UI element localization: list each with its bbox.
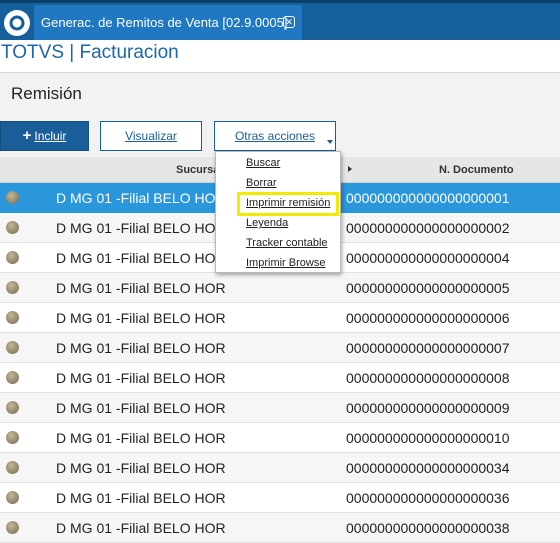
menu-item-buscar[interactable]: Buscar: [246, 157, 280, 169]
status-dot-icon: [6, 221, 19, 234]
cell-documento: 000000000000000000034: [346, 460, 510, 476]
menu-item-tracker-contable[interactable]: Tracker contable: [246, 237, 328, 249]
cell-sucursal: D MG 01 -Filial BELO HOR: [56, 430, 226, 446]
status-dot-icon: [6, 521, 19, 534]
status-dot-icon: [6, 311, 19, 324]
table-row[interactable]: D MG 01 -Filial BELO HOR 0000000000000000…: [0, 333, 560, 363]
cell-documento: 000000000000000000008: [346, 370, 510, 386]
status-dot-icon: [6, 251, 19, 264]
status-dot-icon: [6, 431, 19, 444]
cell-documento: 000000000000000000005: [346, 280, 510, 296]
status-dot-icon: [6, 401, 19, 414]
cell-sucursal: D MG 01 -Filial BELO HOR: [56, 460, 226, 476]
column-header-documento[interactable]: N. Documento: [439, 164, 514, 176]
table-row[interactable]: D MG 01 -Filial BELO HOR 0000000000000000…: [0, 363, 560, 393]
table-row[interactable]: D MG 01 -Filial BELO HOR 0000000000000000…: [0, 453, 560, 483]
view-button[interactable]: Visualizar: [100, 121, 202, 151]
totvs-logo-icon[interactable]: [4, 10, 30, 36]
cell-documento: 000000000000000000007: [346, 340, 510, 356]
table-row[interactable]: D MG 01 -Filial BELO HOR 0000000000000000…: [0, 273, 560, 303]
plus-icon: +: [22, 127, 32, 144]
cell-sucursal: D MG 01 -Filial BELO HOR: [56, 190, 226, 206]
cell-documento: 000000000000000000036: [346, 490, 510, 506]
menu-item-leyenda[interactable]: Leyenda: [246, 217, 288, 229]
cell-documento: 000000000000000000010: [346, 430, 510, 446]
cell-sucursal: D MG 01 -Filial BELO HOR: [56, 250, 226, 266]
tab-title: Generac. de Remitos de Venta [02.9.0005]: [41, 15, 288, 30]
table-row[interactable]: D MG 01 -Filial BELO HOR 0000000000000000…: [0, 513, 560, 543]
menu-item-imprimir-browse[interactable]: Imprimir Browse: [246, 257, 325, 269]
top-bar: Generac. de Remitos de Venta [02.9.0005]…: [0, 0, 560, 40]
table-row[interactable]: D MG 01 -Filial BELO HOR 0000000000000000…: [0, 423, 560, 453]
cell-sucursal: D MG 01 -Filial BELO HOR: [56, 520, 226, 536]
app-title: TOTVS | Facturacion: [1, 42, 179, 63]
status-dot-icon: [6, 491, 19, 504]
cell-sucursal: D MG 01 -Filial BELO HOR: [56, 280, 226, 296]
cell-documento: 000000000000000000006: [346, 310, 510, 326]
include-button[interactable]: + Incluir: [0, 121, 89, 151]
cell-sucursal: D MG 01 -Filial BELO HOR: [56, 310, 226, 326]
table-row[interactable]: D MG 01 -Filial BELO HOR 0000000000000000…: [0, 483, 560, 513]
table-row[interactable]: D MG 01 -Filial BELO HOR 0000000000000000…: [0, 303, 560, 333]
cell-sucursal: D MG 01 -Filial BELO HOR: [56, 370, 226, 386]
cell-documento: 000000000000000000009: [346, 400, 510, 416]
sort-arrow-icon[interactable]: [348, 166, 352, 172]
other-actions-button[interactable]: Otras acciones: [214, 121, 336, 151]
cell-documento: 000000000000000000038: [346, 520, 510, 536]
cell-sucursal: D MG 01 -Filial BELO HOR: [56, 220, 226, 236]
cell-documento: 000000000000000000002: [346, 220, 510, 236]
cell-sucursal: D MG 01 -Filial BELO HOR: [56, 400, 226, 416]
cell-sucursal: D MG 01 -Filial BELO HOR: [56, 490, 226, 506]
cell-sucursal: D MG 01 -Filial BELO HOR: [56, 340, 226, 356]
menu-item-borrar[interactable]: Borrar: [246, 177, 277, 189]
cell-documento: 000000000000000000004: [346, 250, 510, 266]
cell-documento: 000000000000000000001: [346, 190, 510, 206]
status-dot-icon: [6, 191, 19, 204]
status-dot-icon: [6, 341, 19, 354]
chevron-down-icon: [327, 140, 333, 144]
status-dot-icon: [6, 371, 19, 384]
other-actions-label: Otras acciones: [234, 129, 316, 143]
highlight-box: [237, 192, 339, 216]
table-row[interactable]: D MG 01 -Filial BELO HOR 0000000000000000…: [0, 393, 560, 423]
close-tab-icon[interactable]: ✕: [283, 16, 295, 28]
status-dot-icon: [6, 281, 19, 294]
status-dot-icon: [6, 461, 19, 474]
include-label: Incluir: [34, 129, 67, 143]
tab-remitos[interactable]: Generac. de Remitos de Venta [02.9.0005]…: [34, 5, 302, 40]
page-title: Remisión: [11, 84, 82, 103]
view-label: Visualizar: [125, 129, 177, 143]
